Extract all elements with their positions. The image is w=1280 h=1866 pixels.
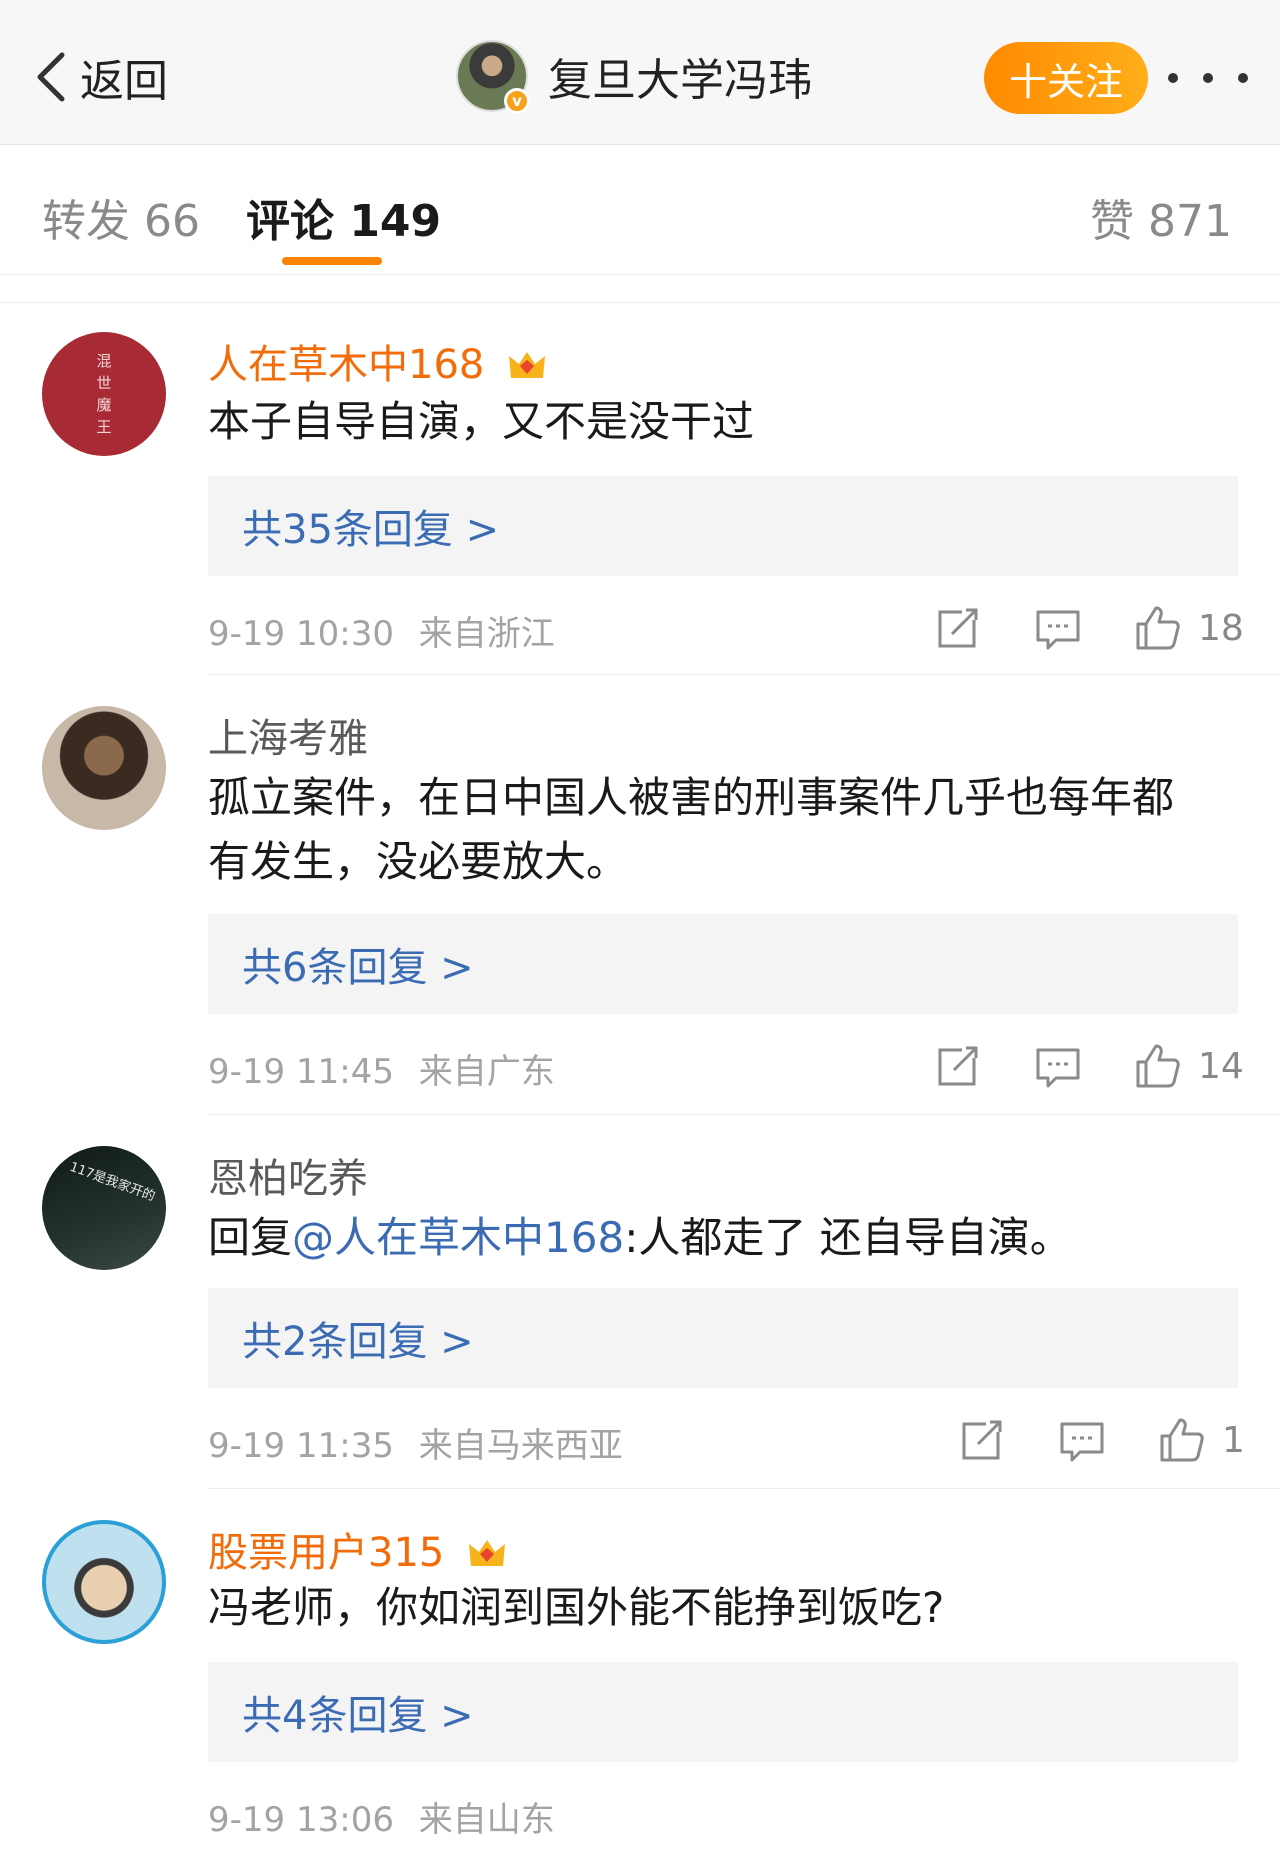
- comment-actions: 1: [956, 1412, 1245, 1468]
- mention-link[interactable]: @人在草木中168: [292, 1213, 624, 1262]
- commenter-avatar[interactable]: 混 世 魔 王: [42, 332, 166, 456]
- author-avatar[interactable]: v: [456, 40, 530, 114]
- like-count: 14: [1198, 1045, 1244, 1087]
- commenter-avatar[interactable]: 117是我家开的: [42, 1146, 166, 1270]
- active-tab-indicator: [282, 257, 382, 265]
- dot-icon: [1203, 73, 1213, 83]
- follow-button[interactable]: 十关注: [984, 42, 1148, 114]
- comment-text: 本子自导自演，又不是没干过: [208, 397, 755, 446]
- comment-actions: 14: [932, 1038, 1244, 1094]
- comment-icon[interactable]: [1032, 1040, 1084, 1092]
- comment-time: 9-19 11:45: [208, 1052, 394, 1092]
- commenter-avatar[interactable]: [42, 706, 166, 830]
- avatar-seal-char: 魔: [96, 396, 112, 414]
- author-header[interactable]: v 复旦大学冯玮: [456, 40, 812, 114]
- reply-body: :人都走了 还自导自演。: [624, 1213, 1072, 1262]
- dot-icon: [1238, 73, 1248, 83]
- tab-bar: 转发 66 评论 149 赞 871: [0, 145, 1280, 275]
- view-replies-button[interactable]: 共6条回复 >: [208, 914, 1238, 1014]
- tab-likes[interactable]: 赞 871: [1090, 185, 1232, 249]
- dot-icon: [1168, 73, 1178, 83]
- like-count: 18: [1198, 607, 1244, 649]
- like-count: 1: [1222, 1419, 1245, 1461]
- comment-location: 来自广东: [418, 1052, 555, 1092]
- commenter-avatar[interactable]: [42, 1520, 166, 1644]
- divider: [0, 302, 1280, 303]
- tab-comments[interactable]: 评论 149: [246, 185, 441, 249]
- back-label: 返回: [80, 56, 168, 107]
- chevron-left-icon: [37, 52, 65, 102]
- comment-meta: 9-19 11:35 来自马来西亚: [208, 1418, 623, 1467]
- comment-time: 9-19 11:35: [208, 1426, 394, 1466]
- comment-location: 来自山东: [418, 1800, 555, 1840]
- divider: [208, 1114, 1280, 1115]
- avatar-seal-char: 王: [96, 418, 112, 436]
- repost-icon[interactable]: [932, 602, 984, 654]
- thumb-up-icon[interactable]: [1132, 1040, 1184, 1092]
- reply-prefix: 回复: [208, 1213, 293, 1262]
- crown-icon: [469, 1540, 506, 1566]
- thumb-up-icon[interactable]: [1132, 602, 1184, 654]
- comment-meta: 9-19 10:30 来自浙江: [208, 606, 555, 655]
- comment-text: 回复@人在草木中168:人都走了 还自导自演。: [208, 1206, 1208, 1270]
- avatar-caption: 117是我家开的: [67, 1159, 158, 1205]
- more-options-button[interactable]: [1168, 58, 1248, 98]
- comment-icon[interactable]: [1032, 602, 1084, 654]
- repost-icon[interactable]: [932, 1040, 984, 1092]
- verified-badge: v: [504, 88, 530, 114]
- crown-icon: [509, 352, 546, 378]
- tab-reposts[interactable]: 转发 66: [42, 185, 200, 249]
- comment-text: 孤立案件，在日中国人被害的刑事案件几乎也每年都有发生，没必要放大。: [208, 773, 1175, 886]
- commenter-name-text: 上海考雅: [208, 716, 368, 762]
- divider: [208, 1488, 1280, 1489]
- comment-location: 来自浙江: [418, 614, 555, 654]
- view-replies-button[interactable]: 共4条回复 >: [208, 1662, 1238, 1762]
- author-name[interactable]: 复旦大学冯玮: [548, 44, 812, 108]
- commenter-name[interactable]: 人在草木中168: [208, 332, 547, 390]
- view-replies-button[interactable]: 共2条回复 >: [208, 1288, 1238, 1388]
- repost-icon[interactable]: [956, 1414, 1008, 1466]
- commenter-name[interactable]: 股票用户315: [208, 1520, 507, 1578]
- comment-actions: 18: [932, 600, 1244, 656]
- top-nav-bar: 返回 v 复旦大学冯玮 十关注: [0, 0, 1280, 145]
- commenter-name-text: 人在草木中168: [208, 342, 485, 388]
- back-button[interactable]: 返回: [32, 45, 168, 109]
- comment-meta: 9-19 13:06 来自山东: [208, 1792, 555, 1841]
- avatar-seal-char: 世: [96, 374, 112, 392]
- divider: [208, 674, 1280, 675]
- comment-icon[interactable]: [1056, 1414, 1108, 1466]
- thumb-up-icon[interactable]: [1156, 1414, 1208, 1466]
- comment-meta: 9-19 11:45 来自广东: [208, 1044, 555, 1093]
- comment-time: 9-19 10:30: [208, 614, 394, 654]
- comment-time: 9-19 13:06: [208, 1800, 394, 1840]
- comment-location: 来自马来西亚: [418, 1426, 623, 1466]
- commenter-name-text: 恩柏吃养: [208, 1156, 368, 1202]
- view-replies-button[interactable]: 共35条回复 >: [208, 476, 1238, 576]
- commenter-name-text: 股票用户315: [208, 1530, 445, 1576]
- commenter-name[interactable]: 恩柏吃养: [208, 1146, 368, 1204]
- comment-text: 冯老师，你如润到国外能不能挣到饭吃?: [208, 1583, 945, 1632]
- commenter-name[interactable]: 上海考雅: [208, 706, 368, 764]
- avatar-seal-char: 混: [96, 352, 112, 370]
